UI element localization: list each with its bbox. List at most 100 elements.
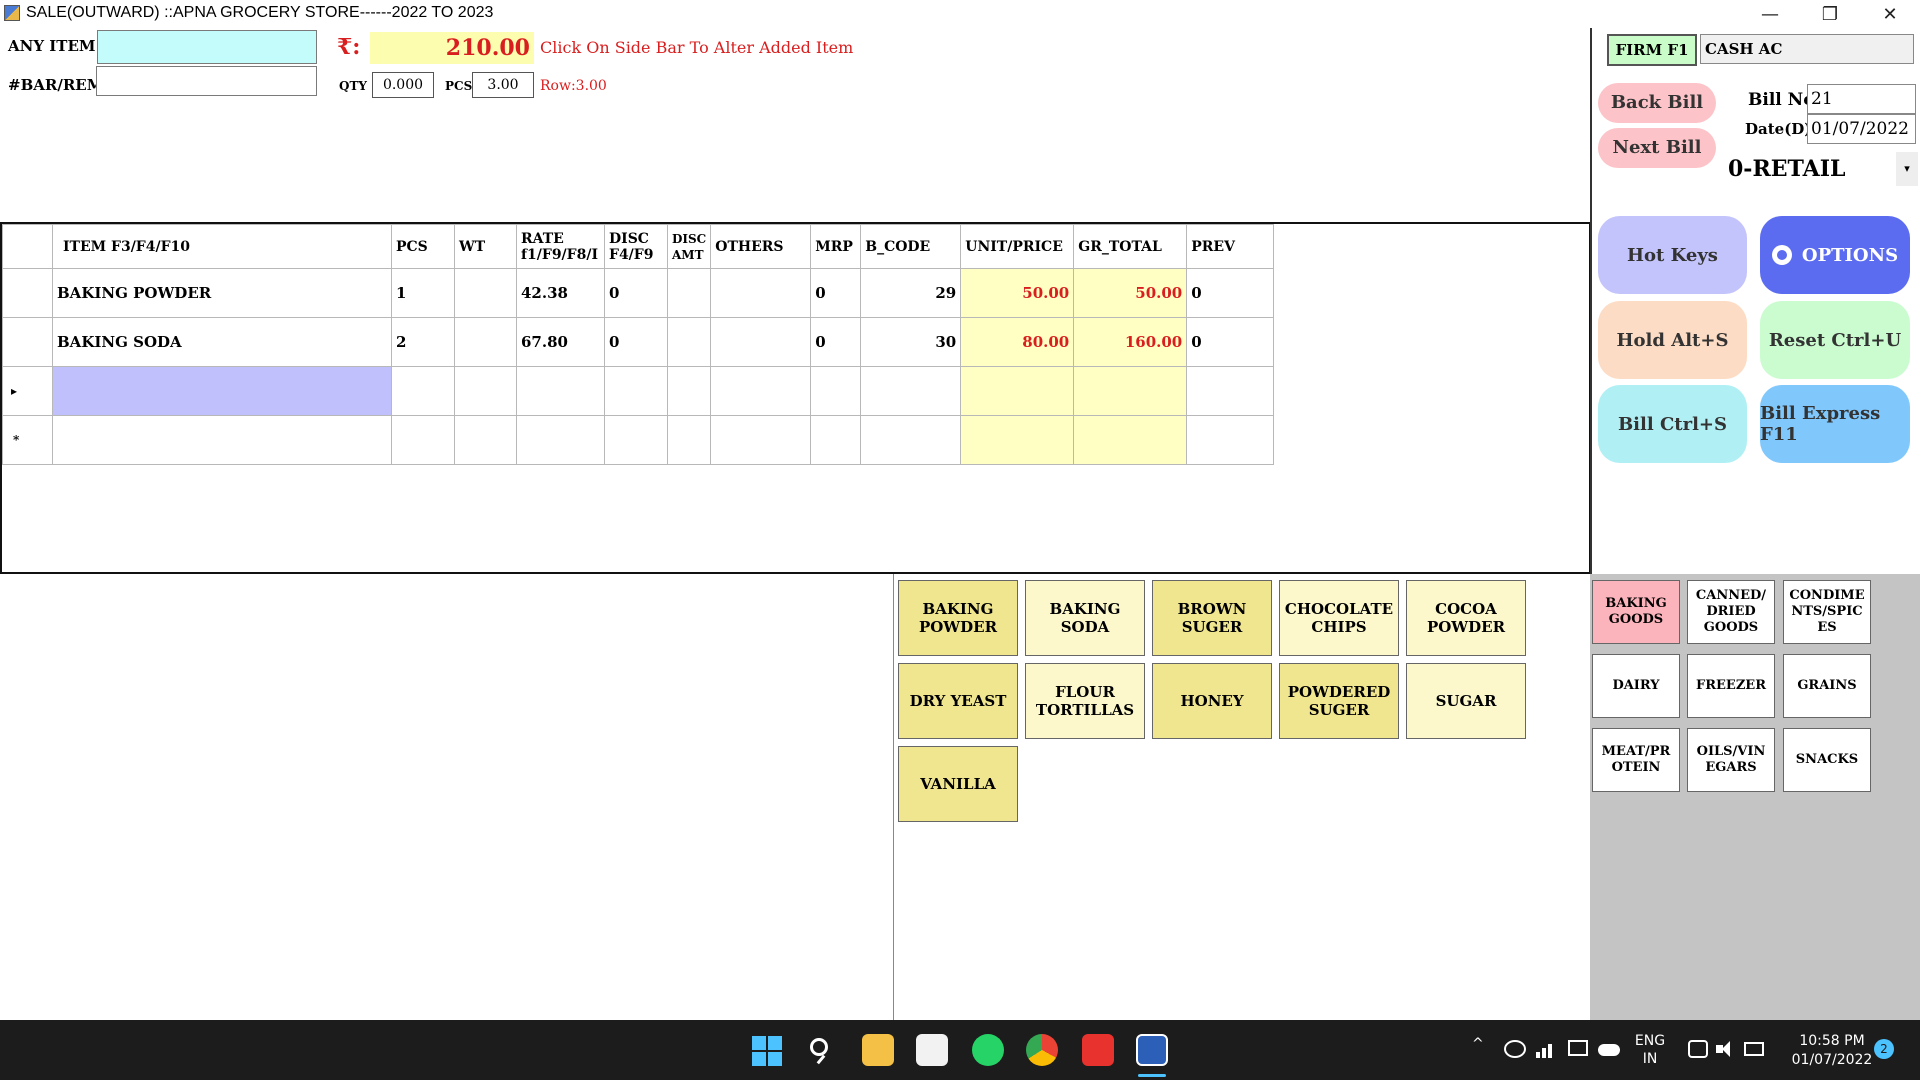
category-button[interactable]: FREEZER xyxy=(1687,654,1775,718)
file-explorer-icon[interactable] xyxy=(862,1034,894,1066)
prev-cell[interactable] xyxy=(1186,415,1275,465)
col-header-rate[interactable]: RATE f1/F9/F8/I xyxy=(516,224,605,269)
chevron-down-icon[interactable]: ▾ xyxy=(1896,152,1918,186)
gr-total-cell[interactable] xyxy=(1073,366,1188,416)
search-icon[interactable] xyxy=(808,1036,836,1065)
pcs-cell[interactable] xyxy=(391,366,455,416)
battery-icon[interactable] xyxy=(1744,1042,1764,1056)
restore-button[interactable]: ❐ xyxy=(1800,0,1860,28)
mrp-cell[interactable] xyxy=(810,366,862,416)
pcs-cell[interactable] xyxy=(391,415,455,465)
category-button[interactable]: SNACKS xyxy=(1783,728,1871,792)
others-cell[interactable] xyxy=(710,415,812,465)
category-button[interactable]: MEAT/PR OTEIN xyxy=(1592,728,1680,792)
item-button[interactable]: SUGAR xyxy=(1406,663,1526,739)
table-row[interactable]: BAKING POWDER 1 42.38 0 0 29 50.00 50.00… xyxy=(2,268,1275,318)
options-button[interactable]: OPTIONS xyxy=(1760,216,1910,294)
item-button[interactable]: BAKING SODA xyxy=(1025,580,1145,656)
bill-express-button[interactable]: Bill Express F11 xyxy=(1760,385,1910,463)
minimize-button[interactable]: — xyxy=(1740,0,1800,28)
category-button[interactable]: OILS/VIN EGARS xyxy=(1687,728,1775,792)
unit-price-cell[interactable]: 80.00 xyxy=(960,317,1075,367)
disc-cell[interactable]: 0 xyxy=(604,317,668,367)
pcs-input[interactable]: 3.00 xyxy=(472,72,534,98)
rate-cell[interactable]: 42.38 xyxy=(516,268,605,318)
sync-icon[interactable] xyxy=(1504,1040,1526,1058)
col-header-b-code[interactable]: B_CODE xyxy=(860,224,962,269)
table-row-current[interactable]: ▸ xyxy=(2,366,1275,416)
col-header-mrp[interactable]: MRP xyxy=(810,224,862,269)
col-header-item[interactable]: ITEM F3/F4/F10 xyxy=(52,224,392,269)
item-button[interactable]: HONEY xyxy=(1152,663,1272,739)
category-button[interactable]: CANNED/ DRIED GOODS xyxy=(1687,580,1775,644)
date-input[interactable]: 01/07/2022 xyxy=(1807,114,1916,144)
bar-rem-input[interactable] xyxy=(96,66,317,96)
back-bill-button[interactable]: Back Bill xyxy=(1598,83,1716,123)
item-button[interactable]: FLOUR TORTILLAS xyxy=(1025,663,1145,739)
category-button[interactable]: DAIRY xyxy=(1592,654,1680,718)
unit-price-cell[interactable]: 50.00 xyxy=(960,268,1075,318)
unit-price-cell[interactable] xyxy=(960,366,1075,416)
bill-items-grid[interactable]: ITEM F3/F4/F10 PCS WT RATE f1/F9/F8/I DI… xyxy=(0,222,1591,574)
airplane-mode-icon[interactable] xyxy=(1688,1040,1708,1058)
mrp-cell[interactable] xyxy=(810,415,862,465)
billing-app-icon[interactable] xyxy=(1136,1034,1168,1066)
item-button[interactable]: POWDERED SUGER xyxy=(1279,663,1399,739)
col-header-unit-price[interactable]: UNIT/PRICE xyxy=(960,224,1075,269)
close-button[interactable]: ✕ xyxy=(1860,0,1920,28)
pcs-cell[interactable]: 2 xyxy=(391,317,455,367)
chrome-icon[interactable] xyxy=(1026,1034,1058,1066)
disc-amt-cell[interactable] xyxy=(666,317,712,367)
wt-cell[interactable] xyxy=(454,366,517,416)
item-button[interactable]: CHOCOLATE CHIPS xyxy=(1279,580,1399,656)
item-cell[interactable] xyxy=(52,415,392,465)
any-item-input[interactable] xyxy=(97,30,317,64)
item-button[interactable]: BROWN SUGER xyxy=(1152,580,1272,656)
col-header-disc[interactable]: DISC F4/F9 xyxy=(604,224,668,269)
gr-total-cell[interactable]: 50.00 xyxy=(1073,268,1188,318)
row-header-cell[interactable] xyxy=(2,268,53,318)
item-button[interactable]: COCOA POWDER xyxy=(1406,580,1526,656)
item-cell-selected[interactable] xyxy=(52,366,392,416)
rate-cell[interactable]: 67.80 xyxy=(516,317,605,367)
mrp-cell[interactable]: 0 xyxy=(810,268,862,318)
wt-cell[interactable] xyxy=(454,268,517,318)
price-type-select[interactable]: 0-RETAIL xyxy=(1728,156,1846,182)
mrp-cell[interactable]: 0 xyxy=(810,317,862,367)
others-cell[interactable] xyxy=(710,268,812,318)
disc-cell[interactable] xyxy=(604,366,668,416)
qty-input[interactable]: 0.000 xyxy=(372,72,434,98)
col-header-wt[interactable]: WT xyxy=(454,224,517,269)
b-code-cell[interactable]: 29 xyxy=(860,268,962,318)
others-cell[interactable] xyxy=(710,317,812,367)
item-button[interactable]: BAKING POWDER xyxy=(898,580,1018,656)
col-header-prev[interactable]: PREV xyxy=(1186,224,1275,269)
disc-amt-cell[interactable] xyxy=(666,415,712,465)
item-cell[interactable]: BAKING SODA xyxy=(52,317,392,367)
chevron-up-icon[interactable]: ^ xyxy=(1472,1036,1484,1052)
account-field[interactable]: CASH AC xyxy=(1700,34,1914,64)
hold-button[interactable]: Hold Alt+S xyxy=(1598,301,1747,379)
table-row-new[interactable]: * xyxy=(2,415,1275,465)
rate-cell[interactable] xyxy=(516,366,605,416)
b-code-cell[interactable] xyxy=(860,415,962,465)
table-row[interactable]: BAKING SODA 2 67.80 0 0 30 80.00 160.00 … xyxy=(2,317,1275,367)
notification-badge[interactable]: 2 xyxy=(1874,1039,1894,1059)
col-header-pcs[interactable]: PCS xyxy=(391,224,455,269)
gr-total-cell[interactable] xyxy=(1073,415,1188,465)
whatsapp-icon[interactable] xyxy=(972,1034,1004,1066)
prev-cell[interactable]: 0 xyxy=(1186,317,1275,367)
gr-total-cell[interactable]: 160.00 xyxy=(1073,317,1188,367)
reset-button[interactable]: Reset Ctrl+U xyxy=(1760,301,1910,379)
col-header-gr-total[interactable]: GR_TOTAL xyxy=(1073,224,1188,269)
b-code-cell[interactable] xyxy=(860,366,962,416)
bill-button[interactable]: Bill Ctrl+S xyxy=(1598,385,1747,463)
volume-icon[interactable] xyxy=(1716,1040,1734,1058)
disc-amt-cell[interactable] xyxy=(666,366,712,416)
disc-amt-cell[interactable] xyxy=(666,268,712,318)
category-button[interactable]: GRAINS xyxy=(1783,654,1871,718)
new-row-marker[interactable]: * xyxy=(2,415,53,465)
row-header-cell[interactable] xyxy=(2,317,53,367)
item-button[interactable]: DRY YEAST xyxy=(898,663,1018,739)
category-button[interactable]: CONDIME NTS/SPIC ES xyxy=(1783,580,1871,644)
